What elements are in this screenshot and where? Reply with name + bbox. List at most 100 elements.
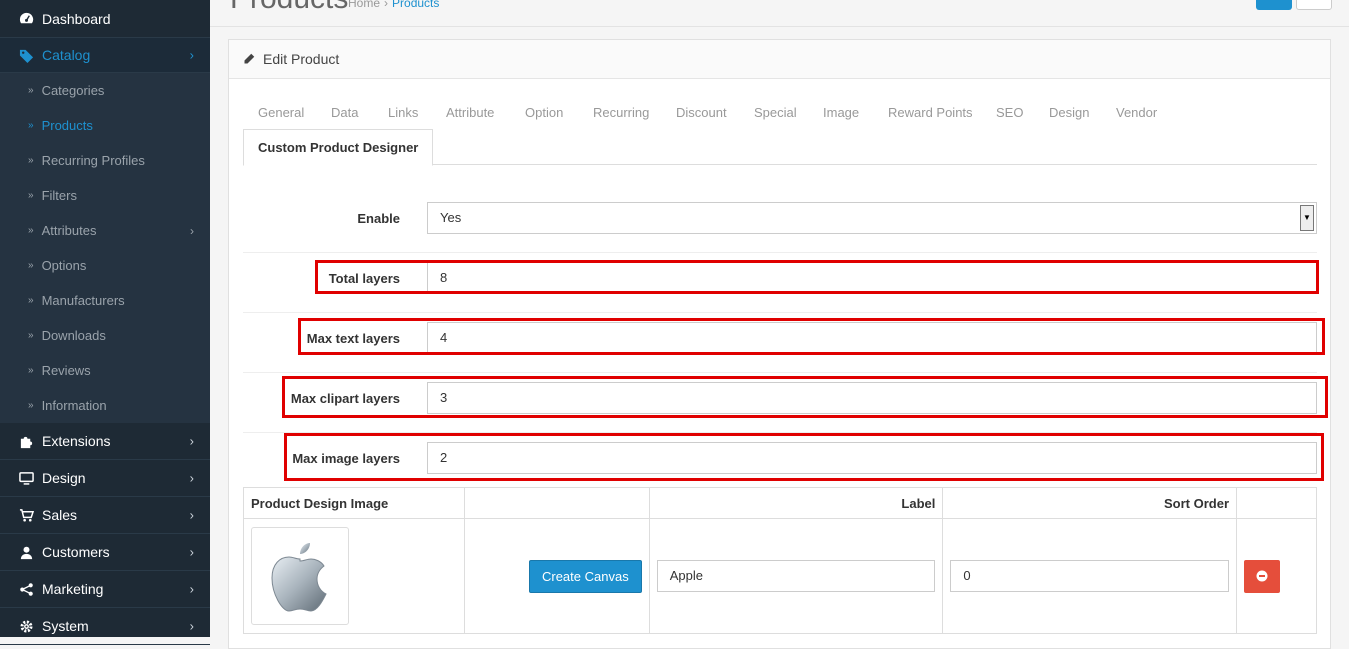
chevron-right-icon: › <box>189 581 194 597</box>
sidebar-subitem-recurring-profiles[interactable]: » Recurring Profiles <box>0 143 210 178</box>
table-row: Create Canvas Apple 0 <box>243 518 1317 634</box>
pencil-icon <box>243 53 255 65</box>
max-text-layers-label: Max text layers <box>306 331 400 346</box>
sidebar-subitem-label: Recurring Profiles <box>41 153 145 168</box>
sidebar-item-label: System <box>42 618 89 634</box>
sidebar-item-marketing[interactable]: Marketing › <box>0 571 210 608</box>
sidebar-item-design[interactable]: Design › <box>0 460 210 497</box>
chevron-right-icon: › <box>189 433 194 449</box>
breadcrumb-separator: › <box>384 0 389 10</box>
sidebar-subitem-downloads[interactable]: » Downloads <box>0 318 210 353</box>
max-image-layers-value: 2 <box>440 450 448 465</box>
sidebar-subitem-label: Options <box>41 258 87 273</box>
column-header-image: Product Design Image <box>243 487 465 519</box>
sidebar-subitem-products[interactable]: » Products <box>0 108 210 143</box>
double-angle-right-icon: » <box>28 190 34 201</box>
edit-product-panel: Edit Product General Data Links Attribut… <box>228 39 1331 649</box>
action-cell: Create Canvas <box>463 518 650 634</box>
sidebar-subitem-filters[interactable]: » Filters <box>0 178 210 213</box>
max-clipart-layers-input[interactable]: 3 <box>427 382 1317 414</box>
max-text-layers-input[interactable]: 4 <box>427 322 1317 354</box>
chevron-right-icon: › <box>189 618 194 634</box>
sidebar-subitem-label: Information <box>41 398 107 413</box>
sidebar-subitem-label: Reviews <box>41 363 91 378</box>
sidebar-item-label: Design <box>42 470 86 486</box>
sidebar-subitem-label: Filters <box>41 188 77 203</box>
form-row-max-clipart-layers: Max clipart layers 3 <box>243 372 1317 432</box>
tab-links[interactable]: Links <box>388 105 418 120</box>
dropdown-arrow-icon[interactable]: ▼ <box>1300 205 1314 231</box>
share-icon <box>18 581 34 597</box>
product-tabs: General Data Links Attribute Option Recu… <box>243 98 1317 166</box>
sidebar-item-label: Marketing <box>42 581 104 597</box>
sidebar-subitem-label: Categories <box>41 83 105 98</box>
breadcrumb: Home › Products <box>348 0 439 10</box>
user-icon <box>18 544 34 560</box>
label-cell: Apple <box>648 518 944 634</box>
sidebar-subitem-information[interactable]: » Information <box>0 388 210 423</box>
tab-general[interactable]: General <box>258 105 304 120</box>
enable-select[interactable]: Yes ▼ <box>427 202 1317 234</box>
tab-special[interactable]: Special <box>754 105 797 120</box>
sidebar-subitem-options[interactable]: » Options <box>0 248 210 283</box>
tab-discount[interactable]: Discount <box>676 105 727 120</box>
breadcrumb-home-link[interactable]: Home <box>348 0 380 10</box>
sidebar-item-customers[interactable]: Customers › <box>0 534 210 571</box>
total-layers-label: Total layers <box>328 271 400 286</box>
page-header: Products Home ›Products <box>210 0 1349 27</box>
tab-seo[interactable]: SEO <box>996 105 1023 120</box>
chevron-right-icon: › <box>190 223 194 238</box>
chevron-right-icon: › <box>189 470 194 486</box>
tab-option[interactable]: Option <box>525 105 563 120</box>
double-angle-right-icon: » <box>28 400 34 411</box>
tab-data[interactable]: Data <box>331 105 358 120</box>
enable-label: Enable <box>357 211 400 226</box>
max-image-layers-label: Max image layers <box>292 451 400 466</box>
tab-custom-product-designer[interactable]: Custom Product Designer <box>243 129 434 166</box>
sidebar-item-sales[interactable]: Sales › <box>0 497 210 534</box>
total-layers-input[interactable]: 8 <box>427 262 1317 294</box>
breadcrumb-products-link[interactable]: Products <box>392 0 439 10</box>
chevron-right-icon: › <box>189 544 194 560</box>
label-input[interactable]: Apple <box>656 560 936 592</box>
double-angle-right-icon: » <box>28 225 34 236</box>
form-row-enable: Enable Yes ▼ <box>243 192 1317 252</box>
tab-attribute[interactable]: Attribute <box>446 105 494 120</box>
max-clipart-layers-value: 3 <box>440 390 448 405</box>
sidebar-subitem-reviews[interactable]: » Reviews <box>0 353 210 388</box>
product-design-table: Product Design Image Label Sort Order Cr… <box>243 487 1317 634</box>
sort-order-input[interactable]: 0 <box>950 560 1230 592</box>
sidebar-item-dashboard[interactable]: Dashboard <box>0 0 210 38</box>
sidebar-subitem-categories[interactable]: » Categories <box>0 73 210 108</box>
tab-vendor[interactable]: Vendor <box>1116 105 1157 120</box>
apple-logo-icon <box>271 543 327 612</box>
tab-image[interactable]: Image <box>823 105 859 120</box>
cancel-button[interactable] <box>1296 0 1332 10</box>
save-button[interactable] <box>1256 0 1292 10</box>
product-design-thumbnail[interactable] <box>251 527 349 625</box>
sort-order-input-value: 0 <box>963 568 971 583</box>
sidebar-subitem-manufacturers[interactable]: » Manufacturers <box>0 283 210 318</box>
tab-design[interactable]: Design <box>1049 105 1089 120</box>
total-layers-value: 8 <box>440 270 448 285</box>
panel-title: Edit Product <box>263 51 340 67</box>
tab-reward-points[interactable]: Reward Points <box>888 105 973 120</box>
sidebar-item-system[interactable]: System › <box>0 608 210 645</box>
sidebar-item-label: Catalog <box>42 47 91 63</box>
create-canvas-button[interactable]: Create Canvas <box>528 559 642 593</box>
sidebar: Dashboard Catalog › » Categories » Product… <box>0 0 210 645</box>
gear-icon <box>18 618 34 634</box>
remove-button[interactable] <box>1244 559 1281 593</box>
form-row-max-image-layers: Max image layers 2 <box>243 432 1317 487</box>
sidebar-subitem-attributes[interactable]: » Attributes › <box>0 213 210 248</box>
sidebar-item-catalog[interactable]: Catalog › <box>0 38 210 73</box>
sidebar-item-extensions[interactable]: Extensions › <box>0 423 210 460</box>
tab-recurring[interactable]: Recurring <box>593 105 649 120</box>
max-text-layers-value: 4 <box>440 330 448 345</box>
form-row-max-text-layers: Max text layers 4 <box>243 312 1317 372</box>
sidebar-item-label: Dashboard <box>42 10 111 27</box>
remove-cell <box>1236 518 1317 634</box>
max-image-layers-input[interactable]: 2 <box>427 442 1317 474</box>
image-cell <box>243 518 465 634</box>
table-header-row: Product Design Image Label Sort Order <box>243 487 1317 519</box>
